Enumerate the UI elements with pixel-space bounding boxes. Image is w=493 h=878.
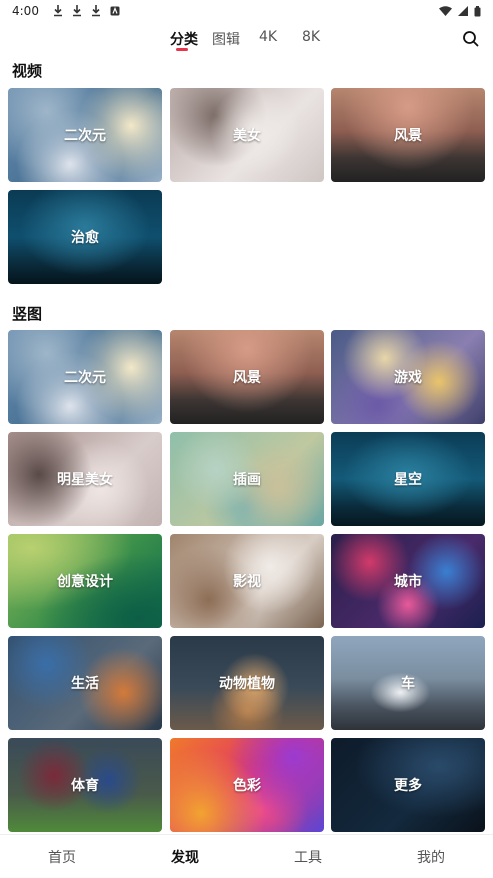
nav-mine[interactable]: 我的 — [417, 847, 445, 867]
nav-home[interactable]: 首页 — [48, 847, 76, 867]
app-notification-icon — [110, 6, 120, 16]
tile-vertical-film[interactable]: 影视 — [170, 534, 324, 628]
active-tab-indicator — [176, 48, 188, 51]
tile-vertical-city[interactable]: 城市 — [331, 534, 485, 628]
tile-label: 生活 — [71, 676, 99, 692]
tile-video-scenery[interactable]: 风景 — [331, 88, 485, 182]
bottom-nav: 首页 发现 工具 我的 — [0, 834, 493, 878]
nav-tools[interactable]: 工具 — [294, 847, 322, 867]
tile-label: 创意设计 — [57, 574, 113, 590]
tile-vertical-life[interactable]: 生活 — [8, 636, 162, 730]
wifi-icon — [439, 6, 452, 16]
tile-video-beauty[interactable]: 美女 — [170, 88, 324, 182]
tile-vertical-illustration[interactable]: 插画 — [170, 432, 324, 526]
tile-label: 二次元 — [64, 128, 106, 144]
tile-vertical-animals-plants[interactable]: 动物植物 — [170, 636, 324, 730]
tile-label: 明星美女 — [57, 472, 113, 488]
tab-category[interactable]: 分类 — [170, 29, 198, 49]
tab-albums[interactable]: 图辑 — [212, 29, 240, 49]
section-title-vertical: 竖图 — [12, 305, 43, 323]
tile-label: 色彩 — [233, 778, 261, 794]
tile-label: 治愈 — [71, 230, 99, 246]
tile-label: 更多 — [394, 778, 422, 794]
nav-discover[interactable]: 发现 — [171, 847, 199, 867]
tile-vertical-scenery[interactable]: 风景 — [170, 330, 324, 424]
tile-label: 星空 — [394, 472, 422, 488]
battery-icon — [474, 5, 481, 16]
tile-vertical-starry-sky[interactable]: 星空 — [331, 432, 485, 526]
download-icon — [72, 5, 81, 17]
tile-vertical-sports[interactable]: 体育 — [8, 738, 162, 832]
tile-vertical-creative[interactable]: 创意设计 — [8, 534, 162, 628]
status-bar: 4:00 — [0, 0, 493, 22]
tile-vertical-game[interactable]: 游戏 — [331, 330, 485, 424]
tab-4k[interactable]: 4K — [259, 29, 277, 45]
status-time: 4:00 — [12, 4, 39, 18]
download-icon — [91, 5, 100, 17]
tile-label: 体育 — [71, 778, 99, 794]
tile-vertical-more[interactable]: 更多 — [331, 738, 485, 832]
tile-vertical-color[interactable]: 色彩 — [170, 738, 324, 832]
tile-label: 插画 — [233, 472, 261, 488]
tile-label: 城市 — [394, 574, 422, 590]
section-title-video: 视频 — [12, 62, 43, 80]
search-icon[interactable] — [461, 29, 481, 49]
tile-label: 美女 — [233, 128, 261, 144]
tile-video-anime[interactable]: 二次元 — [8, 88, 162, 182]
download-icon — [53, 5, 62, 17]
tab-8k[interactable]: 8K — [302, 29, 320, 45]
status-icons-right — [439, 5, 481, 17]
tile-label: 风景 — [394, 128, 422, 144]
tile-vertical-car[interactable]: 车 — [331, 636, 485, 730]
tile-label: 风景 — [233, 370, 261, 386]
tile-vertical-anime[interactable]: 二次元 — [8, 330, 162, 424]
status-icons-left — [53, 5, 120, 17]
tile-label: 游戏 — [394, 370, 422, 386]
tile-label: 动物植物 — [219, 676, 275, 692]
tile-label: 影视 — [233, 574, 261, 590]
tile-video-healing[interactable]: 治愈 — [8, 190, 162, 284]
tile-label: 车 — [401, 676, 415, 692]
tile-vertical-celebrity[interactable]: 明星美女 — [8, 432, 162, 526]
signal-icon — [458, 6, 468, 16]
tile-label: 二次元 — [64, 370, 106, 386]
top-tabs: 分类 图辑 4K 8K — [0, 24, 493, 54]
